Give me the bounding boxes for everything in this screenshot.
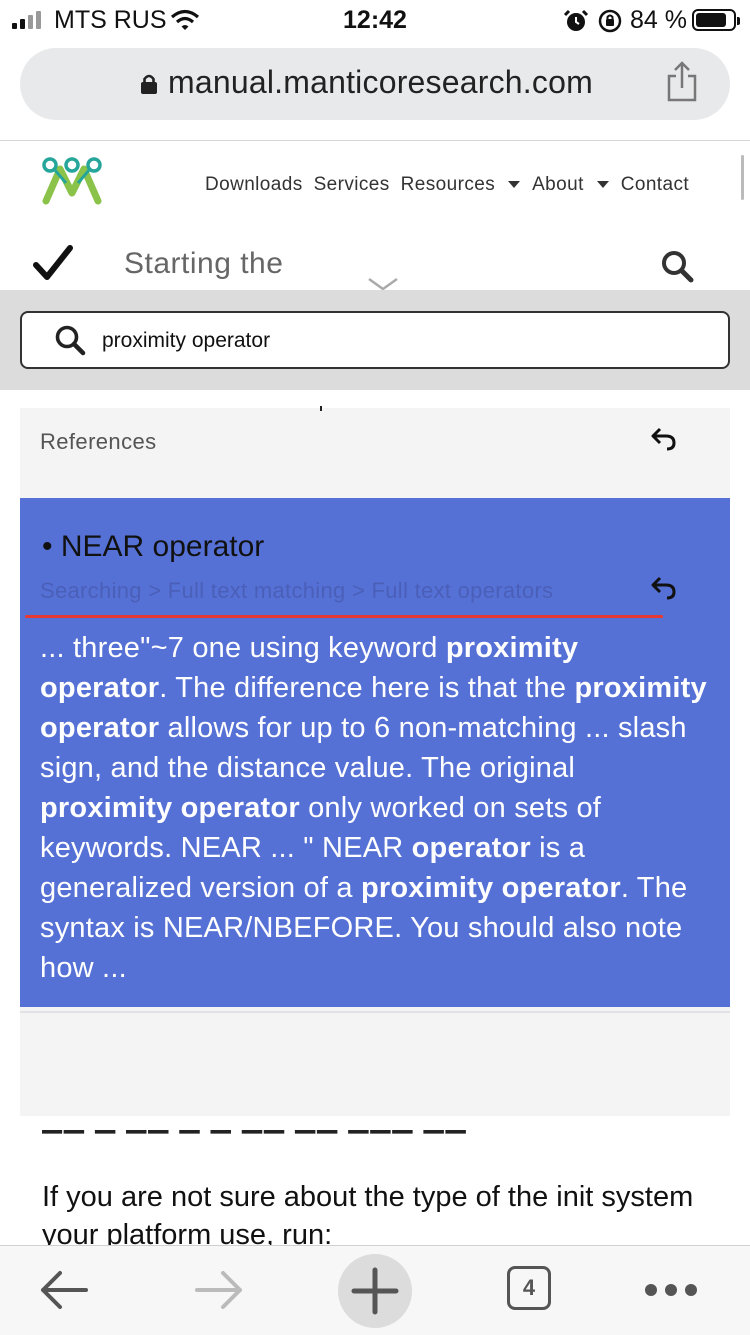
plus-icon xyxy=(351,1267,399,1315)
lock-icon xyxy=(141,74,157,94)
page-content: ▔▔ ▔ ▔▔ ▔ ▔ ▔▔ ▔▔ ▔▔▔ ▔▔ If you are not … xyxy=(0,1116,750,1251)
result-item[interactable]: References xyxy=(20,408,730,496)
alarm-icon xyxy=(563,9,589,31)
nav-scrollbar xyxy=(741,155,744,200)
highlighted-term: proximity operator xyxy=(360,872,621,904)
site-nav: Downloads Services Resources About Conta… xyxy=(0,141,750,219)
status-bar: MTS RUS 12:42 84 % xyxy=(0,0,750,40)
result-title[interactable]: References xyxy=(40,429,157,455)
battery-icon xyxy=(692,9,740,31)
result-title[interactable]: • NEAR operator xyxy=(42,530,264,564)
battery-percent: 84 % xyxy=(630,6,687,34)
enter-icon[interactable] xyxy=(650,426,678,452)
chevron-down-icon[interactable] xyxy=(367,277,399,291)
nav-services[interactable]: Services xyxy=(314,174,390,196)
snippet-text: ... three"~7 one using keyword xyxy=(40,632,446,664)
cut-off-text-line: ▔▔ ▔ ▔▔ ▔ ▔ ▔▔ ▔▔ ▔▔▔ ▔▔ xyxy=(42,1130,468,1142)
share-icon[interactable] xyxy=(665,60,699,104)
search-input[interactable]: proximity operator xyxy=(20,311,730,369)
nav-contact[interactable]: Contact xyxy=(621,174,689,196)
results-divider xyxy=(20,1011,730,1013)
new-tab-button[interactable] xyxy=(338,1254,412,1328)
highlighted-term: operator xyxy=(411,832,531,864)
result-breadcrumb: Searching > Full text matching > Full te… xyxy=(40,578,554,603)
nav-resources[interactable]: Resources xyxy=(401,174,495,196)
manticore-logo[interactable] xyxy=(40,151,104,205)
highlighted-term: proximity operator xyxy=(40,792,300,824)
search-icon[interactable] xyxy=(660,249,694,283)
red-underline-annotation xyxy=(25,615,663,618)
chevron-down-icon[interactable] xyxy=(596,180,609,188)
enter-icon[interactable] xyxy=(650,575,678,601)
back-arrow-icon[interactable] xyxy=(38,1270,90,1310)
search-icon xyxy=(55,325,86,356)
nav-downloads[interactable]: Downloads xyxy=(205,174,303,196)
result-title-text: NEAR operator xyxy=(60,530,265,563)
search-value[interactable]: proximity operator xyxy=(102,329,270,353)
tab-count-button[interactable]: 4 xyxy=(507,1266,551,1310)
result-item-active[interactable]: • NEAR operator Searching > Full text ma… xyxy=(20,498,730,1007)
battery-level-fill xyxy=(696,13,727,27)
orientation-lock-icon xyxy=(598,9,622,33)
content-paragraph: If you are not sure about the type of th… xyxy=(42,1181,694,1251)
doc-header: Starting the xyxy=(0,219,750,291)
search-results: References • NEAR operator Searching > F… xyxy=(20,406,730,1116)
page-title: Starting the xyxy=(124,247,284,280)
result-snippet: ... three"~7 one using keyword proximity… xyxy=(40,628,712,988)
address-bar[interactable]: manual.manticoresearch.com xyxy=(20,48,730,120)
search-panel: proximity operator xyxy=(0,290,750,390)
browser-toolbar: 4 xyxy=(0,1245,750,1335)
snippet-text: . The difference here is that the xyxy=(159,672,575,704)
chevron-down-icon[interactable] xyxy=(508,180,521,188)
check-icon[interactable] xyxy=(33,245,73,281)
forward-arrow-icon[interactable] xyxy=(193,1270,245,1310)
nav-about[interactable]: About xyxy=(532,174,584,196)
more-menu-icon[interactable] xyxy=(645,1284,697,1296)
url-text[interactable]: manual.manticoresearch.com xyxy=(168,64,593,101)
